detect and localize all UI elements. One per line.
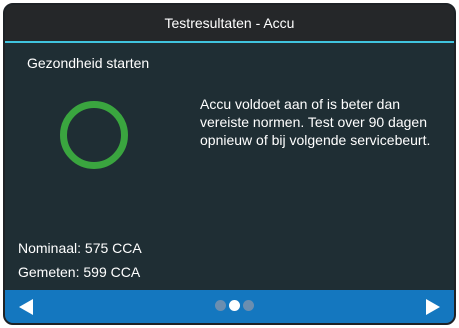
page-dot <box>215 300 226 311</box>
result-panel: Gezondheid starten Accu voldoet aan of i… <box>5 43 454 292</box>
page-dot <box>243 300 254 311</box>
arrow-left-icon[interactable] <box>19 299 33 315</box>
page-title: Testresultaten - Accu <box>164 15 295 31</box>
page-indicator <box>215 300 254 311</box>
status-ring-icon <box>60 101 128 169</box>
section-title: Gezondheid starten <box>27 55 150 71</box>
arrow-right-icon[interactable] <box>426 299 440 315</box>
nominal-value: Nominaal: 575 CCA <box>18 240 142 256</box>
navigation-bar <box>5 290 454 323</box>
title-bar: Testresultaten - Accu <box>5 5 454 43</box>
device-screen: Testresultaten - Accu Gezondheid starten… <box>3 3 456 325</box>
measured-value: Gemeten: 599 CCA <box>18 264 141 280</box>
result-message: Accu voldoet aan of is beter dan vereist… <box>200 96 431 148</box>
page-dot-active <box>229 300 240 311</box>
